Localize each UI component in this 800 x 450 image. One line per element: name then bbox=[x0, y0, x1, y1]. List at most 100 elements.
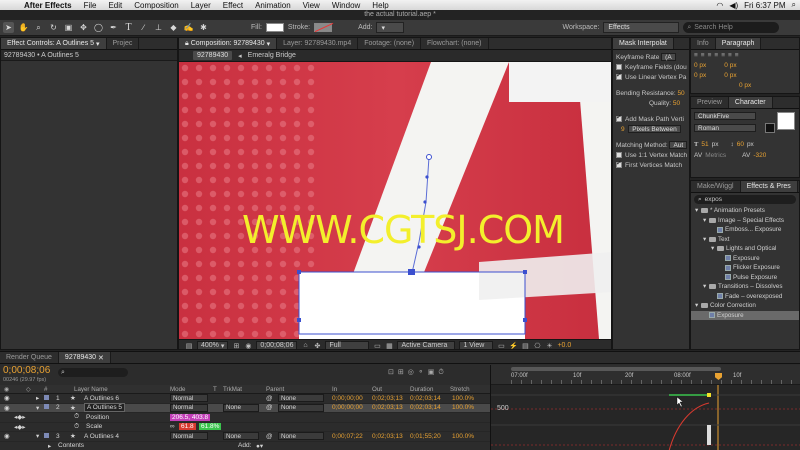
add-mask-path-row[interactable]: Add Mask Path Verti bbox=[613, 114, 689, 124]
add-mask-path-checkbox[interactable] bbox=[616, 114, 622, 122]
indent-left-value[interactable]: 0 px bbox=[694, 62, 706, 69]
tab-footage[interactable]: Footage: (none) bbox=[358, 38, 422, 49]
col-trkmat[interactable]: TrkMat bbox=[223, 386, 242, 393]
transparency-icon[interactable]: ▦ bbox=[385, 342, 393, 350]
space-before-value[interactable]: 0 px bbox=[724, 72, 736, 79]
tab-effect-controls[interactable]: Effect Controls: A Outlines 5 ▾ bbox=[1, 38, 107, 49]
comp-chip[interactable]: 92789430 bbox=[193, 51, 233, 60]
camera-dropdown[interactable]: Active Camera bbox=[397, 341, 456, 349]
space-after-value[interactable]: 0 px bbox=[739, 82, 751, 89]
timeline-icon[interactable]: ▤ bbox=[521, 342, 529, 350]
layer-color-label[interactable] bbox=[44, 404, 52, 411]
preset-tree-item[interactable]: ▾ Lights and Optical bbox=[691, 244, 799, 254]
pixels-value[interactable]: 9 bbox=[621, 126, 625, 133]
effects-search-input[interactable]: ⌕ expos bbox=[694, 195, 796, 204]
timecode-field[interactable]: 0;00;08;06 bbox=[256, 341, 298, 349]
fill-color-swatch[interactable] bbox=[777, 112, 795, 130]
puppet-tool-icon[interactable]: ✱ bbox=[198, 22, 209, 33]
quality-value[interactable]: 50 bbox=[673, 100, 680, 107]
time-ruler[interactable]: 07:00f 10f 20f 08:00f 10f bbox=[491, 365, 800, 385]
exposure-value[interactable]: +0.0 bbox=[557, 342, 571, 349]
matching-dropdown[interactable]: Aut bbox=[669, 141, 688, 149]
layer-name[interactable]: A Outlines 4 bbox=[84, 433, 119, 440]
property-row[interactable]: ◂◆▸ ⏱ Position 206.5, 403.8 bbox=[0, 413, 490, 423]
use-1to1-checkbox[interactable] bbox=[616, 152, 622, 158]
menu-window[interactable]: Window bbox=[326, 1, 366, 10]
fill-swatch[interactable] bbox=[265, 23, 284, 32]
layer-out[interactable]: 0;02;03;13 bbox=[372, 433, 403, 440]
font-style-dropdown[interactable]: Roman bbox=[694, 124, 756, 132]
pen-tool-icon[interactable]: ✒ bbox=[108, 22, 119, 33]
justify-all-icon[interactable]: ≡ bbox=[735, 52, 739, 59]
preset-tree-item[interactable]: ▾ Image – Special Effects bbox=[691, 216, 799, 226]
menu-view[interactable]: View bbox=[297, 1, 326, 10]
keyframe-fields-row[interactable]: Keyframe Fields (dou bbox=[613, 62, 689, 72]
scale-x-value[interactable]: 61.8 bbox=[179, 423, 196, 431]
timeline-timecode[interactable]: 0;00;08;06 bbox=[3, 365, 50, 376]
layer-stretch[interactable]: 100.0% bbox=[452, 404, 474, 411]
flowchart-icon[interactable]: ⎔ bbox=[533, 342, 541, 350]
menu-clock[interactable]: Fri 6:37 PM bbox=[744, 1, 785, 10]
menu-composition[interactable]: Composition bbox=[128, 1, 184, 10]
pixels-between-dropdown[interactable]: Pixels Between bbox=[628, 125, 681, 133]
collapse-icon[interactable]: ▾ bbox=[36, 404, 39, 412]
exposure-icon[interactable]: ☀ bbox=[545, 342, 553, 350]
parent-dropdown[interactable]: None bbox=[278, 394, 324, 403]
snapshot-icon[interactable]: ⌂ bbox=[301, 342, 309, 349]
layer-color-label[interactable] bbox=[44, 432, 52, 440]
first-vertices-checkbox[interactable] bbox=[616, 160, 622, 168]
work-area-bar[interactable] bbox=[511, 367, 721, 371]
layer-duration[interactable]: 0;02;03;14 bbox=[410, 395, 441, 402]
pan-behind-tool-icon[interactable]: ✥ bbox=[78, 22, 89, 33]
pixel-aspect-icon[interactable]: ▭ bbox=[497, 342, 505, 350]
camera-snapshot-icon[interactable]: ◉ bbox=[244, 342, 252, 350]
align-left-icon[interactable]: ≡ bbox=[694, 52, 698, 59]
tab-mask-interpolation[interactable]: Mask Interpolat bbox=[613, 38, 674, 49]
tab-flowchart[interactable]: Flowchart: (none) bbox=[421, 38, 489, 49]
grid-icon[interactable]: ⊞ bbox=[232, 342, 240, 350]
menu-effect[interactable]: Effect bbox=[217, 1, 249, 10]
expand-icon[interactable]: ▸ bbox=[48, 442, 51, 450]
tab-layer[interactable]: Layer: 92789430.mp4 bbox=[277, 38, 359, 49]
visibility-icon[interactable]: ◉ bbox=[4, 432, 10, 440]
composition-viewer[interactable]: WWW.CGTSJ.COM bbox=[179, 62, 611, 339]
layer-mode-dropdown[interactable]: Normal bbox=[170, 403, 208, 412]
font-size-value[interactable]: 51 bbox=[701, 141, 708, 148]
layer-color-label[interactable] bbox=[44, 394, 52, 402]
preset-tree-item[interactable]: Exposure bbox=[691, 254, 799, 264]
trkmat-dropdown[interactable]: None bbox=[223, 432, 259, 441]
menu-animation[interactable]: Animation bbox=[249, 1, 297, 10]
hand-tool-icon[interactable]: ✋ bbox=[18, 22, 29, 33]
preset-tree-item[interactable]: Exposure bbox=[691, 310, 799, 320]
menu-file[interactable]: File bbox=[78, 1, 103, 10]
col-parent[interactable]: Parent bbox=[266, 386, 284, 393]
stroke-swatch[interactable] bbox=[314, 23, 333, 32]
layer-out[interactable]: 0;02;03;13 bbox=[372, 395, 403, 402]
layer-chip[interactable]: Emeralg Bridge bbox=[248, 52, 296, 59]
layer-row[interactable]: ◉ ▾ 3 ★ A Outlines 4 Normal None @ None … bbox=[0, 432, 490, 442]
parent-pickwhip-icon[interactable]: @ bbox=[266, 395, 273, 402]
layer-mode-dropdown[interactable]: Normal bbox=[170, 394, 208, 403]
search-help-input[interactable]: ⌕ Search Help bbox=[683, 22, 780, 33]
keyframe-nav-icon[interactable]: ◂◆▸ bbox=[14, 413, 26, 421]
tab-composition[interactable]: 🔒︎ Composition: 92789430 ▾ bbox=[179, 38, 278, 49]
visibility-icon[interactable]: ◉ bbox=[4, 404, 10, 412]
layer-duration[interactable]: 0;02;03;14 bbox=[410, 404, 441, 411]
layer-name[interactable]: A Outlines 5 bbox=[84, 403, 126, 413]
layer-stretch[interactable]: 100.0% bbox=[452, 433, 474, 440]
lock-icon[interactable]: 🔒︎ bbox=[185, 40, 189, 48]
keyframe-fields-checkbox[interactable] bbox=[616, 64, 622, 70]
justify-left-icon[interactable]: ≡ bbox=[714, 52, 718, 59]
always-preview-icon[interactable]: ▤ bbox=[185, 342, 193, 350]
linear-vertex-checkbox[interactable] bbox=[616, 72, 622, 80]
indent-right-value[interactable]: 0 px bbox=[724, 62, 736, 69]
view-layout-dropdown[interactable]: 1 View bbox=[459, 341, 494, 349]
preset-tree-item[interactable]: ▾ Text bbox=[691, 235, 799, 245]
indent-first-value[interactable]: 0 px bbox=[694, 72, 706, 79]
property-row[interactable]: ◂◆▸ ⏱ Scale ∞ 61.8 61.8% bbox=[0, 423, 490, 432]
col-stretch[interactable]: Stretch bbox=[450, 386, 470, 393]
volume-icon[interactable]: ◀) bbox=[729, 1, 738, 10]
type-tool-icon[interactable]: T bbox=[123, 22, 134, 33]
layer-row[interactable]: ◉ ▸ 1 ★ A Outlines 6 Normal @ None 0;00;… bbox=[0, 394, 490, 404]
linear-vertex-row[interactable]: Use Linear Vertex Pa bbox=[613, 72, 689, 82]
